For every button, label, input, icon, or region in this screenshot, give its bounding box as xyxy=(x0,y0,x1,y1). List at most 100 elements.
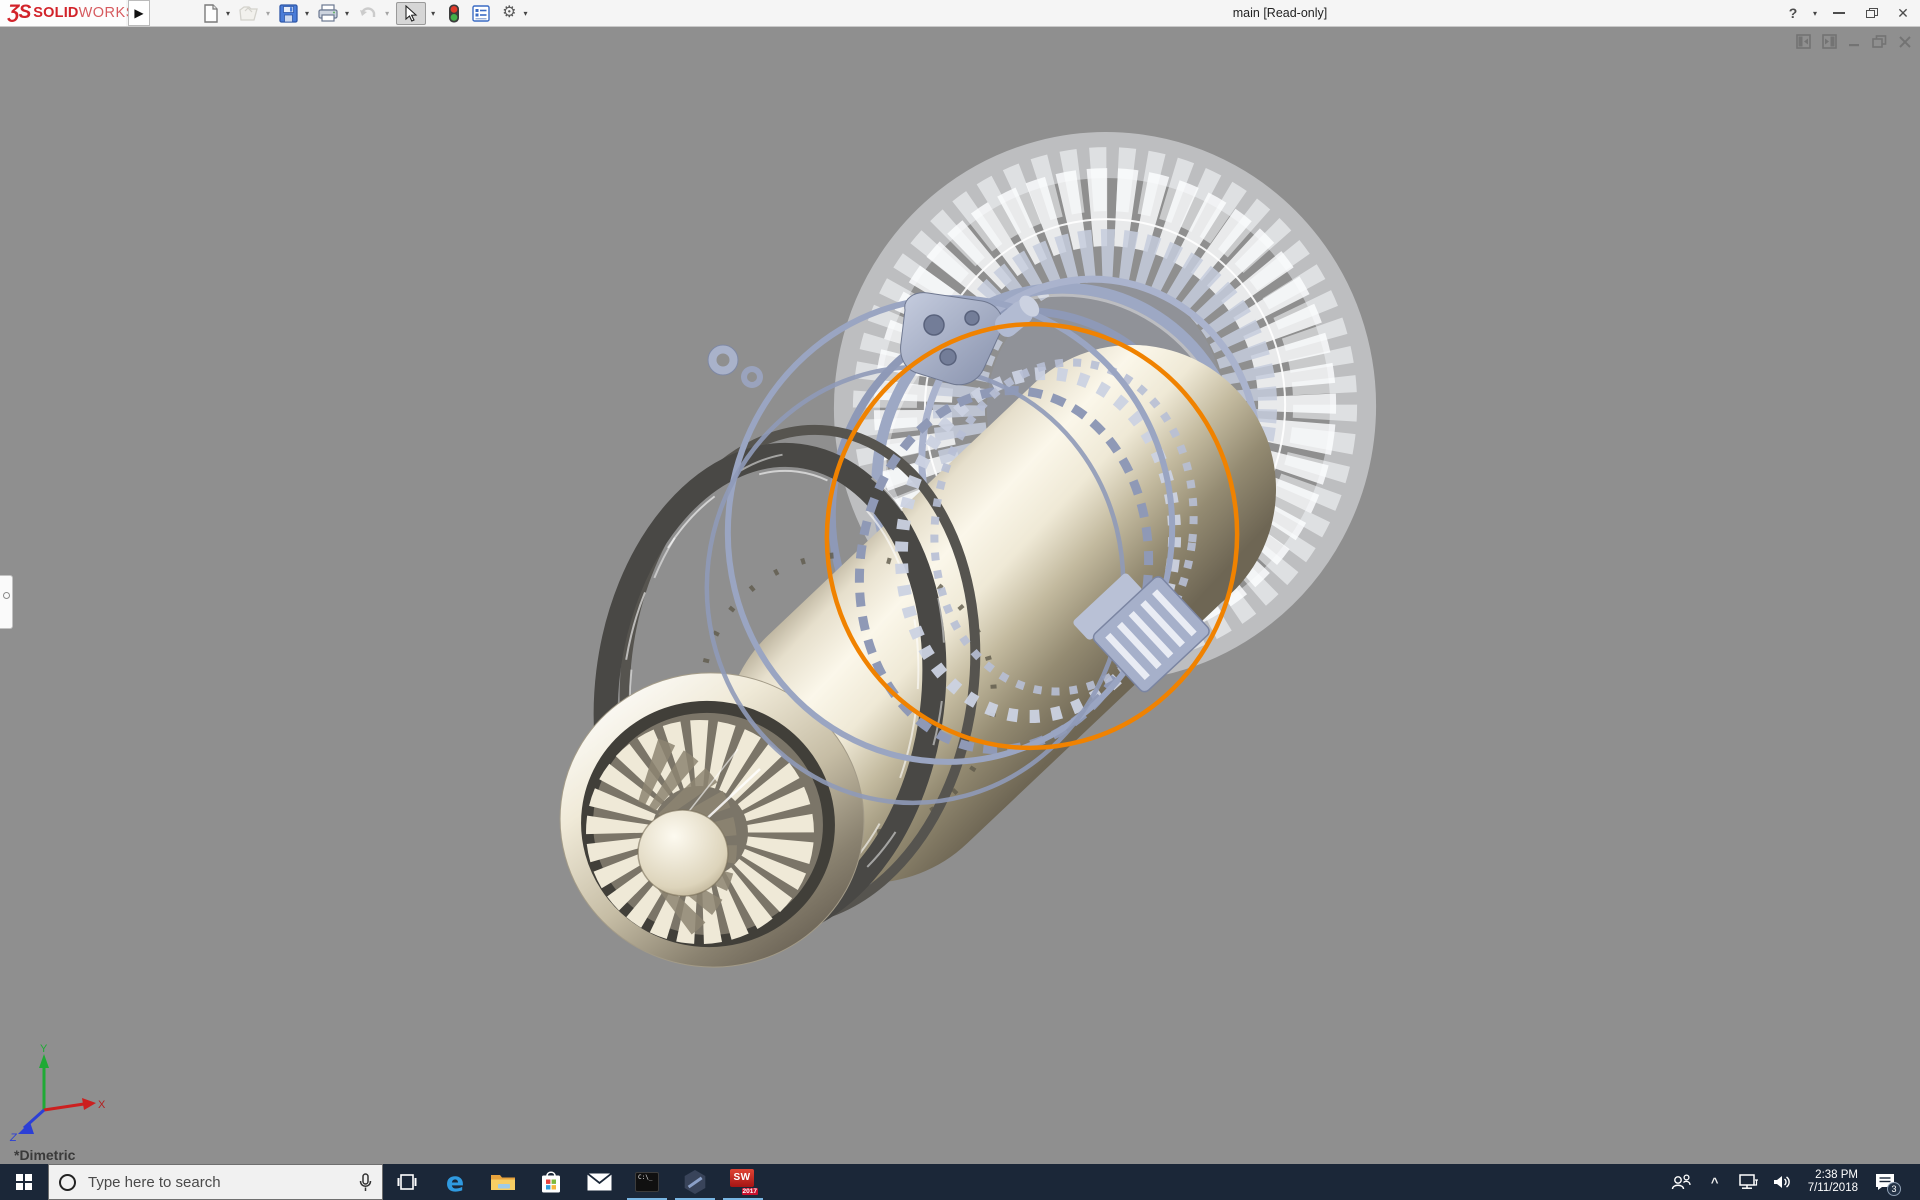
property-manager-button[interactable] xyxy=(470,1,492,25)
help-button[interactable]: ? xyxy=(1780,2,1806,24)
edge-icon: e xyxy=(446,1169,464,1196)
restore-button[interactable] xyxy=(1858,2,1884,24)
minimize-icon xyxy=(1833,12,1845,14)
help-icon: ? xyxy=(1789,5,1798,21)
help-dropdown-caret[interactable]: ▾ xyxy=(1813,9,1817,18)
taskbar-item-file-explorer[interactable] xyxy=(479,1164,527,1200)
flyout-arrow-icon: ▶ xyxy=(134,6,143,20)
window-controls: ? ▾ ✕ xyxy=(1780,0,1916,26)
network-button[interactable] xyxy=(1736,1174,1762,1190)
undo-icon xyxy=(358,5,378,21)
minimize-button[interactable] xyxy=(1826,2,1852,24)
document-window-controls xyxy=(1796,34,1912,49)
volume-button[interactable] xyxy=(1770,1174,1796,1190)
document-title: main [Read-only] xyxy=(1175,0,1385,26)
system-tray: ^ 2:38 PM 7/11/2018 xyxy=(1668,1164,1920,1200)
windows-logo-icon xyxy=(16,1174,32,1190)
sw-year-badge: 2017 xyxy=(742,1188,758,1195)
close-icon: ✕ xyxy=(1897,5,1909,22)
traffic-light-icon xyxy=(448,4,460,23)
orientation-triad: Y X Z xyxy=(6,1042,106,1142)
task-view-icon xyxy=(397,1173,417,1191)
action-center-button[interactable]: 3 xyxy=(1870,1172,1900,1192)
quick-access-toolbar: ▾ ▾ ▾ ▾ xyxy=(200,0,530,26)
solidworks-logo: ƷS SOLIDWORKS xyxy=(0,0,126,26)
cortana-icon xyxy=(59,1174,76,1191)
document-minimize-icon[interactable] xyxy=(1848,35,1861,48)
flyout-tab-handle-icon xyxy=(3,592,10,599)
microphone-icon[interactable] xyxy=(359,1173,372,1192)
undo-dropdown-caret: ▾ xyxy=(385,9,389,18)
people-icon xyxy=(1670,1173,1692,1191)
document-close-icon[interactable] xyxy=(1898,35,1912,49)
taskbar-item-solidworks[interactable]: SW 2017 xyxy=(719,1164,767,1200)
options-button[interactable]: ⚙ xyxy=(500,1,518,25)
task-view-button[interactable] xyxy=(383,1164,431,1200)
ethernet-icon xyxy=(1739,1174,1759,1190)
y-axis-label: Y xyxy=(40,1043,48,1055)
rebuild-button[interactable] xyxy=(446,1,462,25)
clock[interactable]: 2:38 PM 7/11/2018 xyxy=(1804,1169,1862,1195)
3d-model-jet-engine[interactable] xyxy=(0,27,1920,1164)
close-button[interactable]: ✕ xyxy=(1890,2,1916,24)
speaker-icon xyxy=(1773,1174,1793,1190)
search-input[interactable] xyxy=(88,1174,347,1191)
command-prompt-icon: C:\_ xyxy=(635,1172,659,1192)
y-axis-arrow-icon xyxy=(39,1054,49,1068)
clock-time: 2:38 PM xyxy=(1808,1169,1858,1182)
z-axis-arrow-icon xyxy=(18,1122,34,1134)
hexagon-app-icon xyxy=(683,1170,707,1194)
store-icon xyxy=(540,1170,562,1194)
select-cursor-icon xyxy=(404,5,418,22)
new-document-icon xyxy=(202,4,219,23)
notification-badge: 3 xyxy=(1887,1182,1901,1196)
print-dropdown-caret[interactable]: ▾ xyxy=(345,9,349,18)
tray-overflow-button[interactable]: ^ xyxy=(1702,1175,1728,1190)
ds-logo-icon: ƷS xyxy=(8,2,30,24)
lifting-lugs[interactable] xyxy=(708,345,763,388)
print-button[interactable] xyxy=(316,1,340,25)
solidworks-app-icon: SW 2017 xyxy=(730,1169,756,1195)
new-dropdown-caret[interactable]: ▾ xyxy=(226,9,230,18)
view-orientation-label: *Dimetric xyxy=(14,1147,75,1163)
open-dropdown-caret: ▾ xyxy=(266,9,270,18)
start-button[interactable] xyxy=(0,1164,48,1200)
property-form-icon xyxy=(472,5,490,22)
sw-cube-icon: SW xyxy=(730,1169,754,1187)
taskbar-item-mail[interactable] xyxy=(575,1164,623,1200)
options-dropdown-caret[interactable]: ▾ xyxy=(523,9,527,18)
undo-button[interactable] xyxy=(356,1,380,25)
new-document-button[interactable] xyxy=(200,1,221,25)
file-explorer-icon xyxy=(490,1172,516,1192)
taskbar-item-cmd[interactable]: C:\_ xyxy=(623,1164,671,1200)
menu-flyout-button[interactable]: ▶ xyxy=(128,0,150,26)
print-icon xyxy=(318,4,338,22)
options-gear-icon: ⚙ xyxy=(502,5,516,21)
logo-text-solid: SOLID xyxy=(33,5,78,21)
taskbar-item-hexagon-app[interactable] xyxy=(671,1164,719,1200)
show-right-pane-icon[interactable] xyxy=(1822,34,1837,49)
restore-icon xyxy=(1866,8,1877,18)
taskbar-search[interactable] xyxy=(48,1164,383,1200)
select-tool-button-active[interactable] xyxy=(396,2,426,25)
document-restore-icon[interactable] xyxy=(1872,35,1887,49)
taskbar-item-store[interactable] xyxy=(527,1164,575,1200)
clock-date: 7/11/2018 xyxy=(1808,1182,1858,1195)
save-button[interactable] xyxy=(277,1,300,25)
z-axis-label: Z xyxy=(9,1132,18,1142)
mail-icon xyxy=(587,1173,612,1191)
graphics-viewport[interactable]: Y X Z *Dimetric xyxy=(0,27,1920,1164)
taskbar: e C:\_ SW 2017 xyxy=(0,1164,1920,1200)
show-left-pane-icon[interactable] xyxy=(1796,34,1811,49)
open-button[interactable] xyxy=(237,1,261,25)
taskbar-item-edge[interactable]: e xyxy=(431,1164,479,1200)
open-folder-icon xyxy=(239,5,259,22)
x-axis-label: X xyxy=(98,1099,106,1111)
select-dropdown-caret[interactable]: ▾ xyxy=(431,9,435,18)
save-dropdown-caret[interactable]: ▾ xyxy=(305,9,309,18)
save-floppy-icon xyxy=(279,4,298,23)
chevron-up-icon: ^ xyxy=(1711,1175,1719,1190)
feature-panel-flyout-tab[interactable] xyxy=(0,575,13,629)
people-button[interactable] xyxy=(1668,1173,1694,1191)
titlebar: ƷS SOLIDWORKS ▶ ▾ ▾ ▾ xyxy=(0,0,1920,27)
